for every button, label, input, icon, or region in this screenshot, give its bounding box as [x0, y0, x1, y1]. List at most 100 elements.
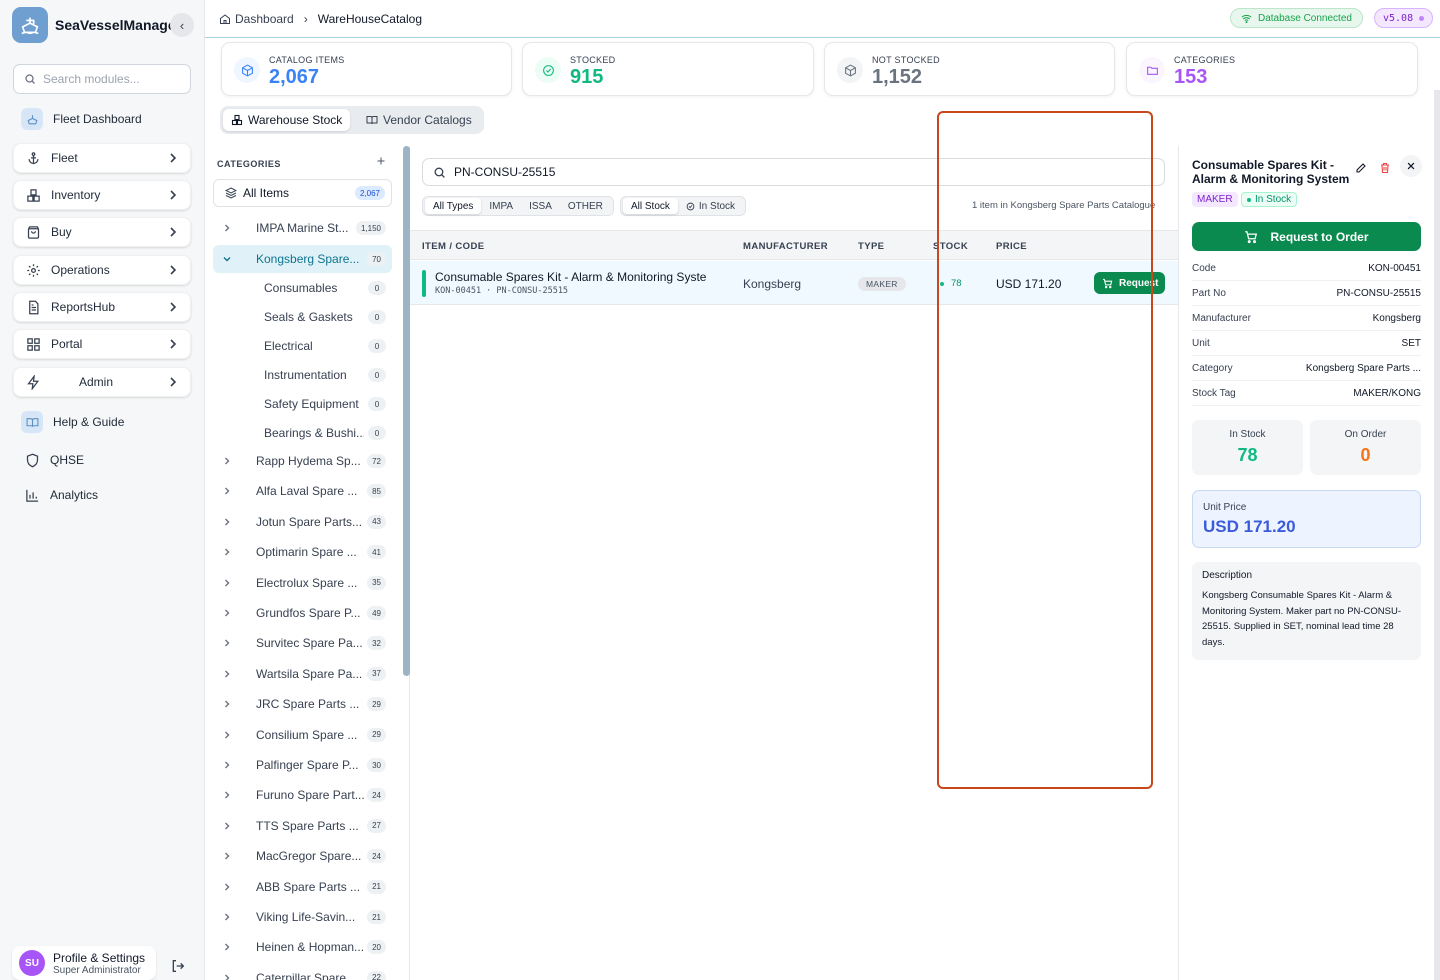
filter-all-stock[interactable]: All Stock: [623, 198, 678, 214]
chevron-right-icon[interactable]: [213, 760, 241, 770]
nav-buy[interactable]: Buy: [13, 217, 191, 247]
category-item[interactable]: Optimarin Spare ... 41: [213, 538, 392, 566]
categories-scrollbar[interactable]: [403, 146, 410, 676]
subcategory-item[interactable]: Electrical 0: [213, 332, 392, 360]
tab-vendor-catalogs[interactable]: Vendor Catalogs: [358, 109, 480, 131]
chevron-right-icon[interactable]: [213, 699, 241, 709]
category-item[interactable]: Survitec Spare Pa... 32: [213, 629, 392, 657]
nav-label: Admin: [79, 375, 114, 389]
subcategory-count: 0: [368, 397, 386, 411]
close-icon[interactable]: [1400, 155, 1422, 177]
detail-title: Consumable Spares Kit - Alarm & Monitori…: [1192, 158, 1350, 186]
row-accent: [422, 270, 426, 297]
stat-value: 1,152: [872, 66, 923, 88]
logout-icon[interactable]: [170, 958, 186, 974]
nav-operations[interactable]: Operations: [13, 255, 191, 285]
category-item[interactable]: Alfa Laval Spare ... 85: [213, 477, 392, 505]
request-button[interactable]: Request: [1094, 272, 1165, 294]
subcategory-item[interactable]: Consumables 0: [213, 274, 392, 302]
category-item[interactable]: Heinen & Hopman... 20: [213, 933, 392, 961]
table-row[interactable]: Consumable Spares Kit - Alarm & Monitori…: [410, 261, 1178, 305]
nav-analytics[interactable]: Analytics: [13, 480, 191, 510]
category-item[interactable]: Kongsberg Spare... 70: [213, 245, 392, 273]
nav-inventory[interactable]: Inventory: [13, 180, 191, 210]
unit-price-box: Unit Price USD 171.20: [1192, 490, 1421, 548]
home-icon[interactable]: [219, 13, 231, 25]
col-manufacturer[interactable]: MANUFACTURER: [743, 241, 828, 252]
category-item[interactable]: Electrolux Spare ... 35: [213, 569, 392, 597]
tab-warehouse-stock[interactable]: Warehouse Stock: [223, 109, 351, 131]
filter-all-types[interactable]: All Types: [425, 198, 482, 214]
subcategory-item[interactable]: Safety Equipment 0: [213, 390, 392, 418]
nav-qhse[interactable]: QHSE: [13, 445, 191, 475]
brand[interactable]: SeaVesselManager ‹: [12, 7, 194, 43]
chevron-right-icon[interactable]: [213, 517, 241, 527]
chevron-down-icon[interactable]: [213, 254, 241, 264]
app-name: SeaVesselManager: [55, 17, 182, 33]
filter-other[interactable]: OTHER: [560, 198, 611, 214]
category-item[interactable]: IMPA Marine St... 1,150: [213, 214, 392, 242]
category-count: 24: [367, 849, 386, 864]
nav-portal[interactable]: Portal: [13, 329, 191, 359]
category-item[interactable]: Rapp Hydema Sp... 72: [213, 447, 392, 475]
profile-settings[interactable]: SU Profile & Settings Super Administrato…: [12, 946, 156, 980]
field-key: Unit: [1192, 337, 1210, 349]
filter-impa[interactable]: IMPA: [481, 198, 521, 214]
category-all-items[interactable]: All Items 2,067: [213, 179, 392, 207]
subcategory-item[interactable]: Instrumentation 0: [213, 361, 392, 389]
nav-admin[interactable]: Admin: [13, 367, 191, 397]
chevron-right-icon[interactable]: [213, 578, 241, 588]
category-item[interactable]: ABB Spare Parts ... 21: [213, 873, 392, 901]
chevron-right-icon[interactable]: [213, 730, 241, 740]
subcategory-item[interactable]: Seals & Gaskets 0: [213, 303, 392, 331]
subcategory-name: Electrical: [264, 339, 313, 353]
subcategory-item[interactable]: Bearings & Bushi... 0: [213, 419, 392, 447]
on-order-box: On Order 0: [1310, 420, 1421, 475]
collapse-sidebar-icon[interactable]: ‹: [170, 13, 194, 37]
category-item[interactable]: Caterpillar Spare ... 22: [213, 964, 392, 980]
trash-icon[interactable]: [1379, 162, 1391, 174]
nav-fleet[interactable]: Fleet: [13, 143, 191, 173]
category-item[interactable]: Jotun Spare Parts... 43: [213, 508, 392, 536]
chevron-right-icon[interactable]: [213, 912, 241, 922]
chevron-right-icon[interactable]: [213, 638, 241, 648]
category-item[interactable]: Viking Life-Savin... 21: [213, 903, 392, 931]
category-item[interactable]: MacGregor Spare... 24: [213, 842, 392, 870]
chevron-right-icon[interactable]: [213, 669, 241, 679]
category-item[interactable]: Wartsila Spare Pa... 37: [213, 660, 392, 688]
chevron-right-icon[interactable]: [213, 851, 241, 861]
chevron-right-icon[interactable]: [213, 790, 241, 800]
col-type[interactable]: TYPE: [858, 241, 884, 252]
request-to-order-button[interactable]: Request to Order: [1192, 222, 1421, 251]
nav-fleet-dashboard[interactable]: Fleet Dashboard: [13, 104, 191, 134]
chevron-right-icon[interactable]: [213, 223, 241, 233]
chevron-right-icon[interactable]: [213, 973, 241, 980]
nav-help-guide[interactable]: Help & Guide: [13, 407, 191, 437]
filter-issa[interactable]: ISSA: [521, 198, 560, 214]
filter-in-stock[interactable]: In Stock: [678, 198, 743, 214]
plus-icon[interactable]: [375, 155, 387, 167]
nav-reportshub[interactable]: ReportsHub: [13, 292, 191, 322]
module-search-input[interactable]: Search modules...: [13, 64, 191, 94]
chevron-right-icon[interactable]: [213, 456, 241, 466]
chevron-right-icon[interactable]: [213, 547, 241, 557]
col-stock[interactable]: STOCK: [933, 241, 968, 252]
category-item[interactable]: Furuno Spare Part... 24: [213, 781, 392, 809]
breadcrumb-dashboard[interactable]: Dashboard: [235, 12, 294, 26]
chevron-right-icon[interactable]: [213, 486, 241, 496]
category-item[interactable]: JRC Spare Parts ... 29: [213, 690, 392, 718]
page-scrollbar[interactable]: [1434, 90, 1440, 980]
chevron-right-icon[interactable]: [213, 882, 241, 892]
col-price[interactable]: PRICE: [996, 241, 1027, 252]
category-item[interactable]: Grundfos Spare P... 49: [213, 599, 392, 627]
item-search-input[interactable]: PN-CONSU-25515: [422, 158, 1165, 186]
chevron-right-icon[interactable]: [213, 821, 241, 831]
category-item[interactable]: Consilium Spare ... 29: [213, 721, 392, 749]
category-item[interactable]: Palfinger Spare P... 30: [213, 751, 392, 779]
col-item-code[interactable]: ITEM / CODE: [422, 241, 484, 252]
chevron-right-icon: [168, 152, 178, 164]
category-item[interactable]: TTS Spare Parts ... 27: [213, 812, 392, 840]
edit-icon[interactable]: [1355, 162, 1367, 174]
chevron-right-icon[interactable]: [213, 942, 241, 952]
chevron-right-icon[interactable]: [213, 608, 241, 618]
